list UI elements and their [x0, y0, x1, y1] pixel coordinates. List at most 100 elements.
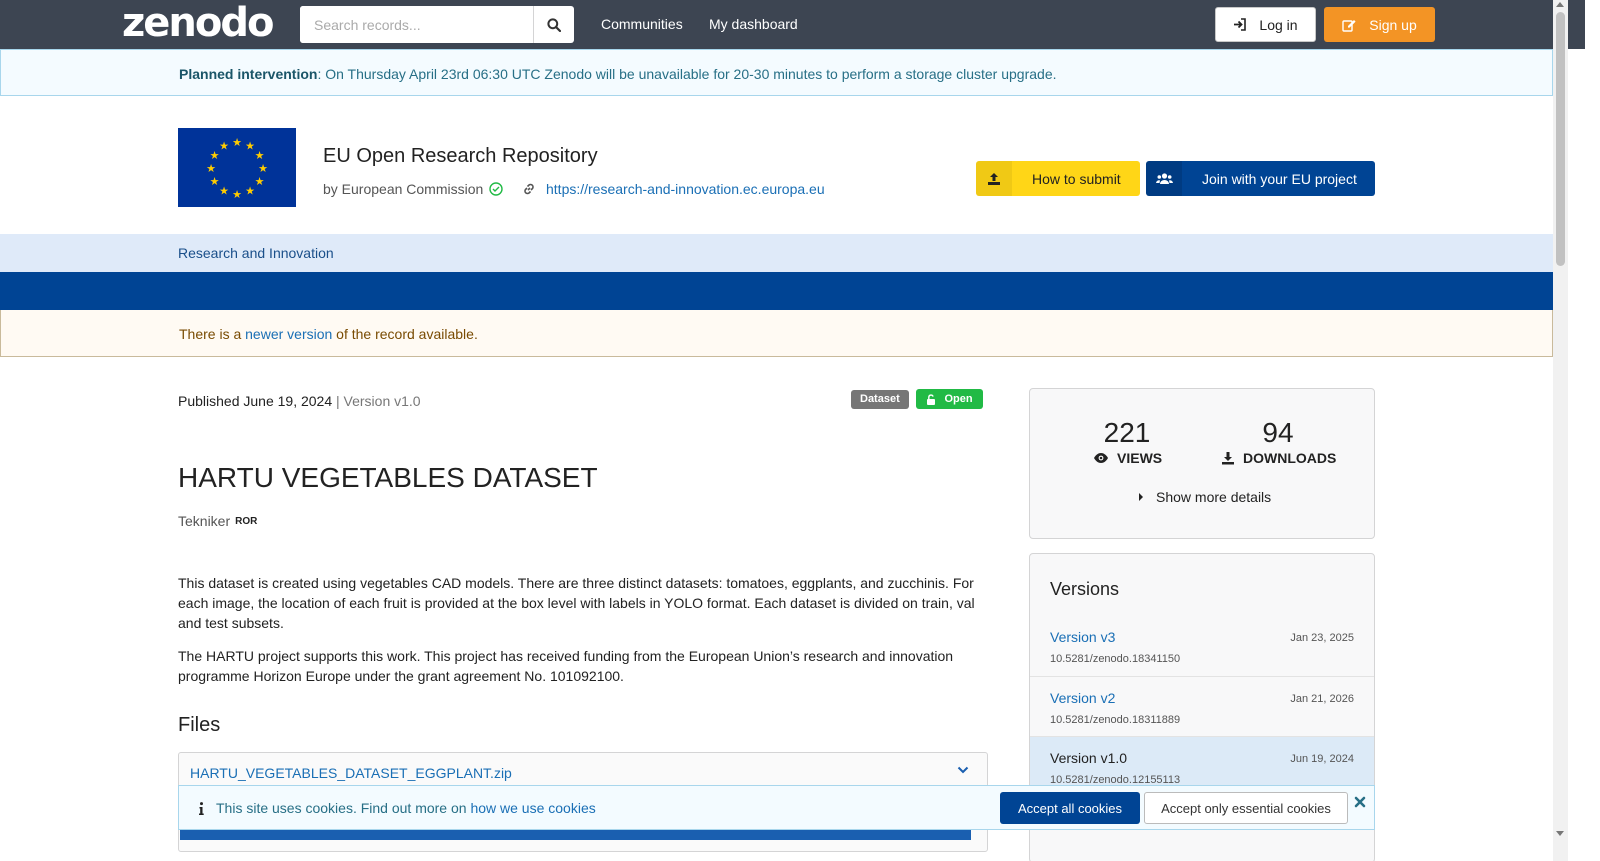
downloads-count: 94 [1262, 417, 1294, 448]
downloads-label-group: DOWNLOADS [1221, 450, 1336, 466]
login-button[interactable]: Log in [1215, 7, 1316, 42]
svg-text:★: ★ [245, 140, 255, 153]
how-to-submit-button[interactable]: How to submit [976, 161, 1140, 196]
search-button[interactable] [534, 6, 574, 43]
subnav-research-and-innovation[interactable]: Research and Innovation [178, 245, 334, 261]
notice-text: Planned intervention: On Thursday April … [179, 66, 1057, 82]
views-count: 221 [1103, 417, 1151, 448]
unlock-icon [927, 393, 936, 405]
version-name: Version v1.0 [1050, 750, 1128, 766]
publication-info: Published June 19, 2024 | Version v1.0 [178, 393, 421, 409]
views-label: VIEWS [1117, 450, 1163, 466]
record-stats-card: 221 VIEWS 94 DOWNLOADS Show more details [1029, 388, 1375, 539]
version-doi: 10.5281/zenodo.18311889 [1050, 714, 1181, 726]
record-title: HARTU VEGETABLES DATASET [178, 462, 598, 493]
signup-label: Sign up [1369, 16, 1417, 33]
join-eu-project-label: Join with your EU project [1202, 171, 1357, 187]
svg-text:★: ★ [206, 162, 216, 175]
scroll-down-arrow-icon[interactable] [1556, 831, 1564, 836]
svg-text:★: ★ [255, 175, 265, 188]
new-version-prefix: There is a [179, 326, 246, 342]
close-icon[interactable] [1354, 796, 1366, 808]
show-more-details-label: Show more details [1156, 489, 1272, 505]
newer-version-link[interactable]: newer version [245, 326, 332, 342]
ror-icon[interactable]: ROR [235, 516, 257, 527]
community-menu-bar [0, 272, 1553, 310]
download-icon [1222, 452, 1234, 465]
record-version: | Version v1.0 [332, 393, 421, 409]
link-icon [524, 183, 534, 195]
cookie-banner: This site uses cookies. Find out more on… [178, 785, 1375, 830]
file-preview-bar [180, 830, 971, 840]
version-item[interactable]: Version v3 Jan 23, 2025 10.5281/zenodo.1… [1030, 616, 1374, 676]
file-name-link[interactable]: HARTU_VEGETABLES_DATASET_EGGPLANT.zip [190, 765, 512, 781]
access-status-badge[interactable]: Open [916, 389, 983, 409]
version-name-link[interactable]: Version v2 [1050, 690, 1115, 706]
sign-in-icon [1234, 18, 1247, 31]
show-more-details-toggle[interactable]: Show more details [1138, 489, 1271, 505]
cookie-text: This site uses cookies. Find out more on [216, 800, 471, 816]
caret-right-icon [1139, 493, 1143, 501]
nav-my-dashboard[interactable]: My dashboard [709, 16, 798, 32]
nav-communities[interactable]: Communities [601, 16, 683, 32]
svg-text:★: ★ [255, 149, 265, 162]
notice-bold: Planned intervention [179, 66, 318, 82]
version-name-link[interactable]: Version v3 [1050, 629, 1115, 645]
scrollbar-thumb[interactable] [1556, 12, 1565, 266]
resource-type-badge[interactable]: Dataset [851, 390, 909, 409]
search-input[interactable] [300, 6, 534, 43]
chevron-down-icon[interactable] [957, 766, 969, 774]
svg-text:★: ★ [219, 185, 229, 198]
edit-icon [1342, 19, 1356, 32]
join-eu-project-button[interactable]: Join with your EU project [1146, 161, 1375, 196]
upload-icon [976, 161, 1012, 196]
new-version-suffix: of the record available. [332, 326, 478, 342]
creator: Tekniker ROR [178, 513, 257, 529]
creator-name[interactable]: Tekniker [178, 513, 230, 529]
community-url-link[interactable]: https://research-and-innovation.ec.europ… [546, 181, 825, 197]
users-icon [1146, 161, 1182, 196]
eu-stars-icon: ★ ★★ ★★★ ★★★ ★★★ [206, 136, 268, 201]
version-date: Jun 19, 2024 [1290, 753, 1354, 765]
page-scrollbar[interactable] [1553, 0, 1568, 861]
cookie-message: This site uses cookies. Find out more on… [199, 800, 596, 816]
search-bar [300, 6, 574, 43]
eye-icon [1094, 453, 1108, 463]
how-to-submit-label: How to submit [1032, 171, 1121, 187]
downloads-label: DOWNLOADS [1243, 450, 1337, 466]
top-navbar: zenodo Communities My dashboard Log in S… [0, 0, 1585, 49]
access-status-label: Open [944, 393, 973, 405]
version-item[interactable]: Version v2 Jan 21, 2026 10.5281/zenodo.1… [1030, 676, 1374, 736]
zenodo-logo[interactable]: zenodo [122, 2, 274, 44]
community-website: https://research-and-innovation.ec.europ… [522, 181, 825, 197]
svg-text:★: ★ [210, 175, 220, 188]
notice-body: : On Thursday April 23rd 06:30 UTC Zenod… [317, 66, 1057, 82]
verified-check-icon [489, 182, 503, 196]
search-icon [547, 17, 561, 32]
published-date: Published June 19, 2024 [178, 393, 333, 409]
cookie-policy-link[interactable]: how we use cookies [470, 800, 595, 816]
svg-text:★: ★ [232, 136, 242, 149]
accept-essential-cookies-button[interactable]: Accept only essential cookies [1144, 792, 1348, 824]
svg-text:★: ★ [258, 162, 268, 175]
views-label-group: VIEWS [1093, 450, 1162, 466]
svg-text:★: ★ [245, 185, 255, 198]
version-doi: 10.5281/zenodo.18341150 [1050, 653, 1181, 665]
new-version-banner: There is a newer version of the record a… [0, 310, 1553, 357]
community-title[interactable]: EU Open Research Repository [323, 145, 598, 168]
signup-button[interactable]: Sign up [1324, 7, 1435, 42]
version-date: Jan 23, 2025 [1290, 632, 1354, 644]
scroll-up-arrow-icon[interactable] [1556, 2, 1564, 7]
accept-all-cookies-button[interactable]: Accept all cookies [1000, 792, 1140, 824]
files-heading: Files [178, 714, 221, 736]
community-owner-label: by European Commission [323, 181, 484, 197]
svg-text:★: ★ [232, 188, 242, 201]
new-version-text: There is a newer version of the record a… [179, 326, 478, 342]
eu-flag-logo[interactable]: ★ ★ ★ ★ ★ ★ ★ ★ ★ ★ ★ ★ [178, 128, 296, 207]
description-paragraph-1: This dataset is created using vegetables… [178, 575, 975, 631]
login-label: Log in [1259, 16, 1298, 33]
info-icon [199, 801, 204, 815]
community-owner: by European Commission [323, 181, 503, 197]
svg-text:★: ★ [210, 149, 220, 162]
planned-intervention-banner: Planned intervention: On Thursday April … [0, 49, 1553, 96]
